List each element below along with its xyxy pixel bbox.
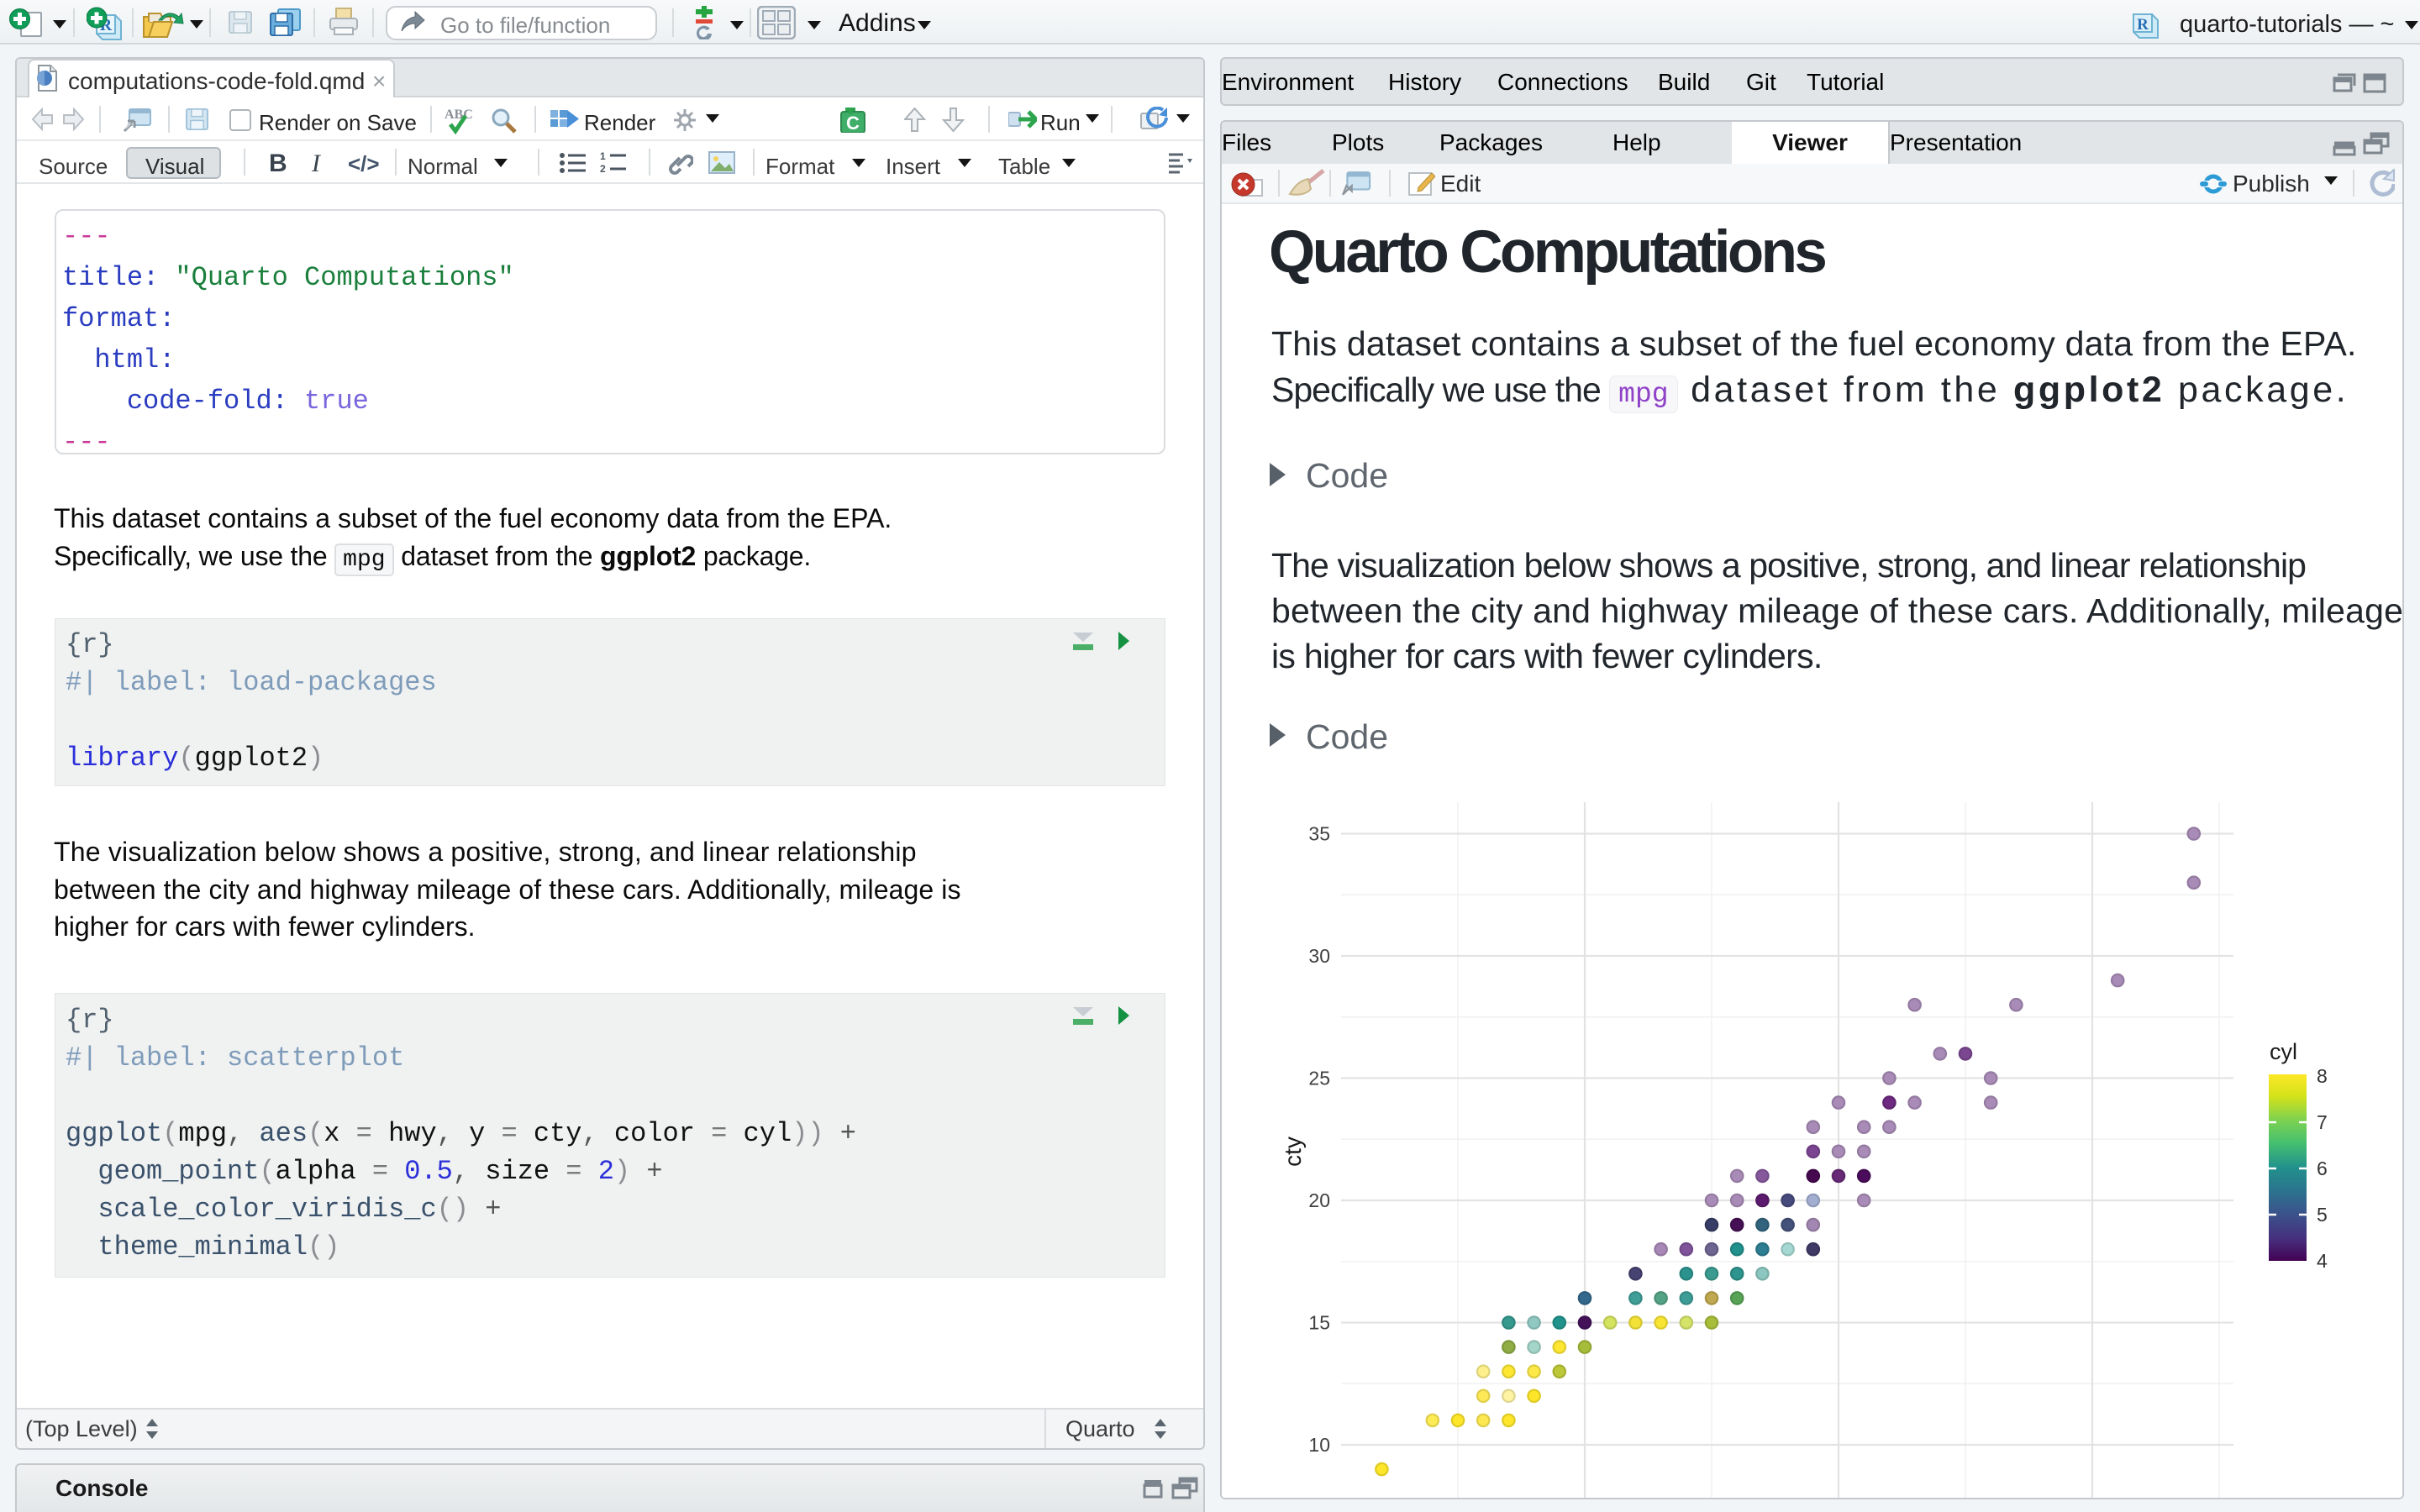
svg-text:R: R [2137, 16, 2149, 34]
svg-text:15: 15 [1308, 1312, 1330, 1334]
svg-text:4: 4 [2317, 1250, 2328, 1272]
svg-text:cyl: cyl [2270, 1039, 2297, 1064]
svg-text:2: 2 [600, 163, 606, 174]
svg-text:20: 20 [1308, 1189, 1330, 1211]
svg-text:35: 35 [1308, 823, 1330, 845]
svg-text:6: 6 [2317, 1158, 2328, 1179]
svg-text:10: 10 [1308, 1434, 1330, 1456]
svg-text:C: C [846, 113, 860, 133]
svg-text:cty: cty [1280, 1137, 1306, 1167]
svg-text:30: 30 [1308, 945, 1330, 967]
svg-text:1: 1 [600, 152, 606, 162]
svg-text:25: 25 [1308, 1068, 1330, 1089]
svg-text:8: 8 [2317, 1065, 2328, 1087]
svg-text:ABC: ABC [445, 108, 473, 122]
svg-text:7: 7 [2317, 1111, 2328, 1133]
svg-text:5: 5 [2317, 1204, 2328, 1226]
